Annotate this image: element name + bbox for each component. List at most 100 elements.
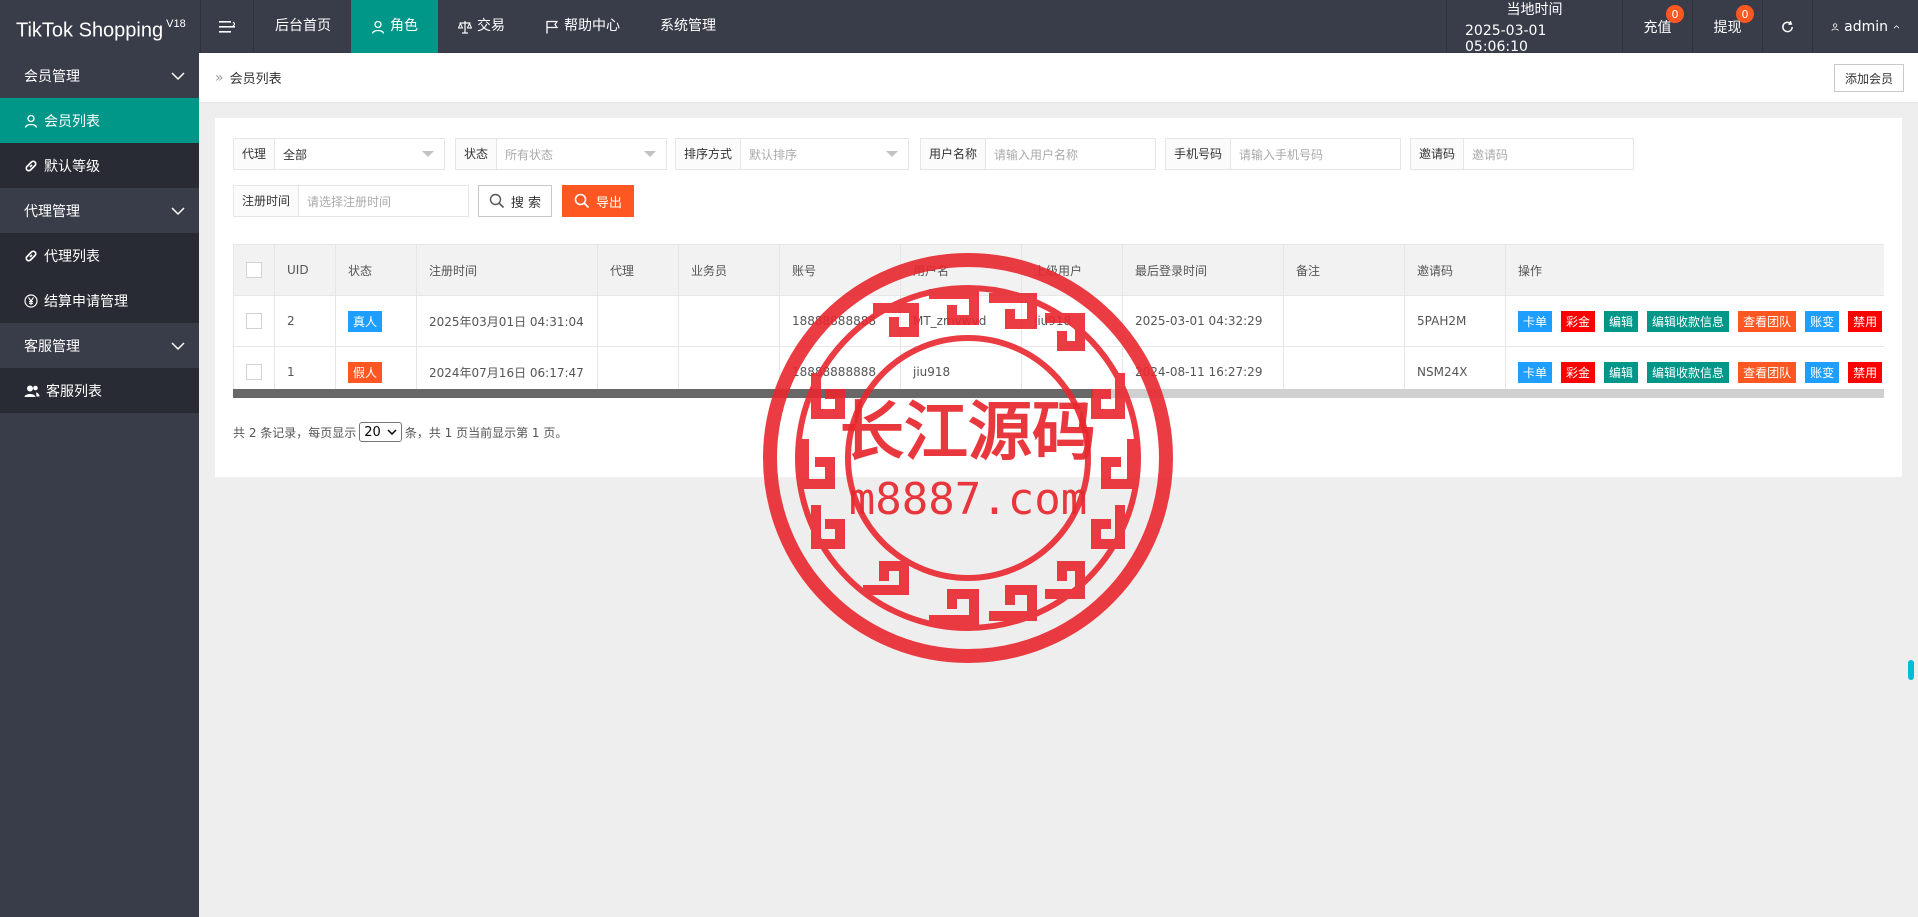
page-size-value: 20 xyxy=(364,424,381,440)
edit-button[interactable]: 编辑 xyxy=(1604,310,1639,332)
watermark-stamp: 长江源码 m8887.com xyxy=(763,253,1173,663)
column-header[interactable]: 状态 xyxy=(335,244,417,296)
column-header[interactable]: 注册时间 xyxy=(416,244,598,296)
nav-role[interactable]: 角色 xyxy=(351,0,438,53)
invite-code-field[interactable]: 邀请码 邀请码 xyxy=(1410,138,1634,170)
regtime-placeholder: 请选择注册时间 xyxy=(307,194,392,209)
status-select[interactable]: 状态 所有状态 xyxy=(455,138,667,170)
nav-trade[interactable]: 交易 xyxy=(438,0,525,53)
invite-placeholder: 邀请码 xyxy=(1472,147,1509,162)
search-icon xyxy=(574,193,590,209)
user-icon xyxy=(24,114,38,128)
search-button[interactable]: 搜 索 xyxy=(478,185,552,217)
phone-label: 手机号码 xyxy=(1166,139,1232,169)
nav-help[interactable]: 帮助中心 xyxy=(525,0,640,53)
nav-label: 系统管理 xyxy=(660,18,716,34)
remark-cell xyxy=(1283,295,1405,347)
invite-label: 邀请码 xyxy=(1411,139,1465,169)
breadcrumb-current: 会员列表 xyxy=(229,72,282,87)
yen-icon xyxy=(24,293,38,308)
link-icon xyxy=(25,160,37,171)
agent-select[interactable]: 代理 全部 xyxy=(233,138,445,170)
nav-system[interactable]: 系统管理 xyxy=(640,0,736,53)
page-scroll-indicator[interactable] xyxy=(1908,660,1914,680)
freeze-order-button[interactable]: 卡单 xyxy=(1518,310,1553,332)
user-menu[interactable]: admin xyxy=(1812,0,1918,53)
bonus-button[interactable]: 彩金 xyxy=(1561,310,1596,332)
balance-log-button[interactable]: 账变 xyxy=(1805,310,1840,332)
chevron-down-icon xyxy=(171,341,185,350)
column-header[interactable]: 操作 xyxy=(1505,244,1884,296)
bonus-button[interactable]: 彩金 xyxy=(1561,361,1596,383)
balance-log-button[interactable]: 账变 xyxy=(1805,361,1840,383)
nav-home[interactable]: 后台首页 xyxy=(255,0,351,53)
pager-suffix: 条，共 1 页当前显示第 1 页。 xyxy=(404,425,568,440)
sort-select[interactable]: 排序方式 默认排序 xyxy=(675,138,909,170)
export-button[interactable]: 导出 xyxy=(562,185,634,217)
edit-payment-button[interactable]: 编辑收款信息 xyxy=(1647,310,1730,332)
row-checkbox[interactable] xyxy=(246,313,262,329)
scale-icon xyxy=(458,20,472,34)
register-time-field[interactable]: 注册时间 请选择注册时间 xyxy=(233,185,469,217)
disable-button[interactable]: 禁用 xyxy=(1848,310,1883,332)
sidebar-item-label: 会员列表 xyxy=(44,113,100,130)
column-header[interactable]: UID xyxy=(274,244,336,296)
withdraw-badge: 0 xyxy=(1736,5,1754,23)
agent-label: 代理 xyxy=(234,139,276,169)
sidebar-group-members[interactable]: 会员管理 xyxy=(0,53,199,98)
uid-cell: 2 xyxy=(274,295,336,347)
sidebar-item-member-list[interactable]: 会员列表 xyxy=(0,98,199,143)
withdraw-button[interactable]: 提现 0 xyxy=(1692,0,1762,53)
sidebar-group-label: 客服管理 xyxy=(24,338,80,355)
sidebar-group-agents[interactable]: 代理管理 xyxy=(0,188,199,233)
app-logo[interactable]: TikTok Shopping V18 xyxy=(0,0,200,53)
ops-cell: 卡单 彩金 编辑 编辑收款信息 查看团队 账变 禁用 xyxy=(1505,295,1884,347)
sidebar-item-agent-list[interactable]: 代理列表 xyxy=(0,233,199,278)
menu-toggle-button[interactable] xyxy=(200,0,254,53)
page-size-select[interactable]: 20 xyxy=(359,422,402,442)
agent-value: 全部 xyxy=(283,147,308,162)
nav-label: 角色 xyxy=(390,18,418,34)
sidebar-item-default-level[interactable]: 默认等级 xyxy=(0,143,199,188)
app-title: TikTok Shopping xyxy=(16,19,164,42)
users-icon xyxy=(24,385,40,397)
column-header[interactable]: 备注 xyxy=(1283,244,1405,296)
column-header[interactable]: 邀请码 xyxy=(1404,244,1506,296)
caret-down-icon xyxy=(886,151,898,157)
link-icon xyxy=(25,250,37,261)
username-field[interactable]: 用户名称 请输入用户名称 xyxy=(920,138,1156,170)
app-version: V18 xyxy=(166,18,186,30)
status-placeholder: 所有状态 xyxy=(505,147,554,162)
view-team-button[interactable]: 查看团队 xyxy=(1738,310,1797,332)
status-badge: 真人 xyxy=(348,310,383,332)
search-icon xyxy=(489,193,504,209)
disable-button[interactable]: 禁用 xyxy=(1848,361,1883,383)
username-label: 用户名称 xyxy=(921,139,987,169)
chevron-down-icon xyxy=(171,206,185,215)
row-checkbox[interactable] xyxy=(246,364,262,380)
recharge-badge: 0 xyxy=(1666,5,1684,23)
edit-payment-button[interactable]: 编辑收款信息 xyxy=(1647,361,1730,383)
sort-label: 排序方式 xyxy=(676,139,742,169)
refresh-button[interactable] xyxy=(1762,0,1812,53)
edit-button[interactable]: 编辑 xyxy=(1604,361,1639,383)
phone-field[interactable]: 手机号码 请输入手机号码 xyxy=(1165,138,1401,170)
add-member-button[interactable]: 添加会员 xyxy=(1833,64,1904,92)
sidebar-group-service[interactable]: 客服管理 xyxy=(0,323,199,368)
double-chevron-icon: » xyxy=(215,69,224,86)
search-label: 搜 索 xyxy=(510,195,542,211)
recharge-button[interactable]: 充值 0 xyxy=(1622,0,1692,53)
column-header[interactable]: 代理 xyxy=(597,244,679,296)
sidebar-item-settlement[interactable]: 结算申请管理 xyxy=(0,278,199,323)
caret-down-icon xyxy=(644,151,656,157)
freeze-order-button[interactable]: 卡单 xyxy=(1518,361,1553,383)
status-badge: 假人 xyxy=(348,361,383,383)
status-label: 状态 xyxy=(456,139,498,169)
watermark-title: 长江源码 xyxy=(840,396,1096,470)
select-all-checkbox[interactable] xyxy=(246,262,262,278)
sidebar-group-label: 代理管理 xyxy=(24,203,80,220)
view-team-button[interactable]: 查看团队 xyxy=(1738,361,1797,383)
sidebar-item-service-list[interactable]: 客服列表 xyxy=(0,368,199,413)
select-all-cell xyxy=(233,244,275,296)
nav-label: 交易 xyxy=(477,18,505,34)
